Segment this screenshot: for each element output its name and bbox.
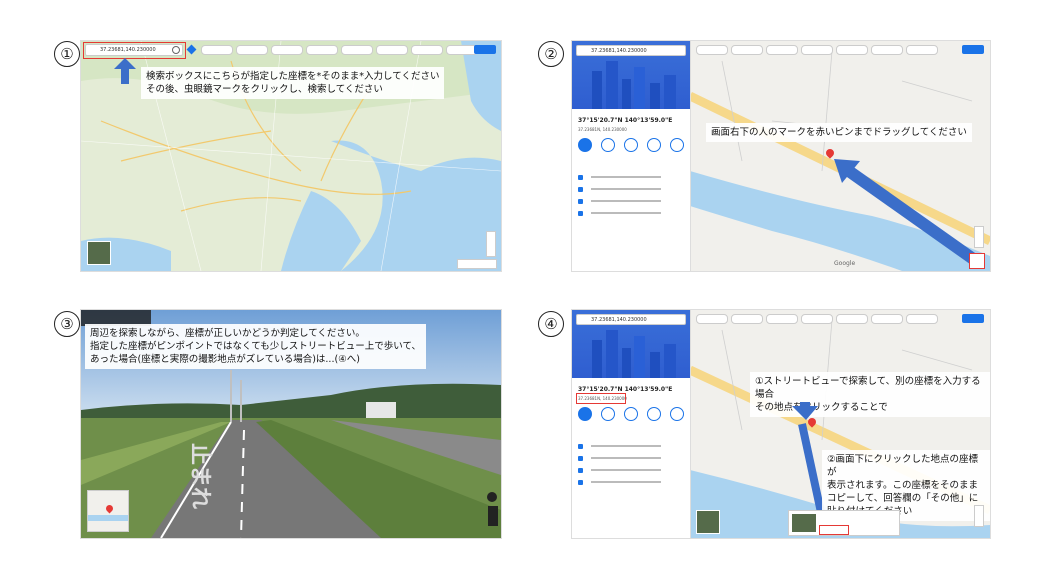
step2-caption: 画面右下の人のマークを赤いピンまでドラッグしてください	[706, 123, 972, 142]
map-brand: Google	[834, 260, 856, 267]
step-number-3: ③	[54, 311, 80, 337]
category-chip[interactable]	[836, 314, 868, 324]
caption-line: その後、虫眼鏡マークをクリックし、検索してください	[146, 84, 383, 95]
layers-thumbnail[interactable]	[696, 510, 720, 534]
share-icon[interactable]	[670, 407, 684, 421]
step4-caption-a: ①ストリートビューで探索して、別の座標を入力する場合 その地点をクリックすること…	[750, 372, 990, 417]
coordinate-highlight-box	[819, 525, 849, 535]
action-buttons	[578, 407, 684, 421]
category-chips	[696, 45, 938, 55]
category-chip[interactable]	[201, 45, 233, 55]
caption-line: 指定した座標がピンポイントではなくても少しストリートビュー上で歩いて、	[90, 341, 421, 352]
step-number-2: ②	[538, 41, 564, 67]
step4-map-panel[interactable]: 37.23681,140.230000 37°15'20.7"N 140°13'…	[571, 309, 991, 539]
layers-thumbnail[interactable]	[87, 241, 111, 265]
mini-map[interactable]	[87, 490, 129, 532]
category-chip[interactable]	[731, 45, 763, 55]
place-sidepanel: 37.23681,140.230000 37°15'20.7"N 140°13'…	[572, 41, 691, 271]
category-chip[interactable]	[871, 45, 903, 55]
save-icon[interactable]	[601, 407, 615, 421]
save-icon[interactable]	[601, 138, 615, 152]
step1-caption: 検索ボックスにこちらが指定した座標を*そのまま*入力してください その後、虫眼鏡…	[141, 67, 445, 99]
caption-line: ②画面下にクリックした地点の座標が	[827, 454, 979, 478]
step3-caption: 周辺を探索しながら、座標が正しいかどうか判定してください。 指定した座標がピンポ…	[85, 324, 426, 369]
login-button[interactable]	[962, 45, 984, 54]
pegman-icon[interactable]	[969, 253, 985, 269]
place-sidepanel: 37.23681,140.230000 37°15'20.7"N 140°13'…	[572, 310, 691, 538]
nearby-icon[interactable]	[624, 138, 638, 152]
phone-icon[interactable]	[647, 407, 661, 421]
directions-icon[interactable]	[578, 138, 592, 152]
bottom-place-card[interactable]	[788, 510, 900, 536]
login-button[interactable]	[474, 45, 496, 54]
category-chip[interactable]	[906, 314, 938, 324]
category-chip[interactable]	[801, 45, 833, 55]
info-row	[578, 467, 678, 473]
step3-streetview-panel[interactable]: 止まれ 周辺を探索しながら、座標が正しいかどうか判定してください。 指定した座標…	[80, 309, 502, 539]
search-input[interactable]: 37.23681,140.230000	[576, 45, 686, 56]
info-row	[578, 174, 678, 180]
drag-arrow-icon	[834, 159, 980, 266]
category-chip[interactable]	[731, 314, 763, 324]
category-chip[interactable]	[801, 314, 833, 324]
login-button[interactable]	[962, 314, 984, 323]
share-icon[interactable]	[670, 138, 684, 152]
info-row	[578, 198, 678, 204]
phone-icon[interactable]	[647, 138, 661, 152]
category-chip[interactable]	[236, 45, 268, 55]
place-title: 37°15'20.7"N 140°13'59.0"E	[578, 386, 673, 393]
info-row	[578, 479, 678, 485]
step-number-4: ④	[538, 311, 564, 337]
caption-line: 検索ボックスにこちらが指定した座標を*そのまま*入力してください	[146, 71, 440, 82]
category-chip[interactable]	[411, 45, 443, 55]
nearby-icon[interactable]	[624, 407, 638, 421]
up-arrow-icon	[114, 58, 136, 84]
category-chip[interactable]	[871, 314, 903, 324]
search-highlight-box	[83, 42, 186, 59]
step-number-1: ①	[54, 41, 80, 67]
category-chip[interactable]	[906, 45, 938, 55]
place-title: 37°15'20.7"N 140°13'59.0"E	[578, 117, 673, 124]
coordinate-highlight-box	[576, 393, 626, 404]
category-chip[interactable]	[836, 45, 868, 55]
caption-line: コピーして、回答欄の「その他」に	[827, 493, 979, 504]
compass-icon[interactable]	[487, 492, 497, 502]
category-chip[interactable]	[341, 45, 373, 55]
caption-line: あった場合(座標と実際の撮影地点がズレている場合)は...(④へ)	[90, 354, 360, 365]
info-row	[578, 210, 678, 216]
caption-line: ①ストリートビューで探索して、別の座標を入力する場合	[755, 376, 981, 400]
step1-map-panel[interactable]: 37.23681,140.230000 検索ボックスにこちらが指定した座標を*そ…	[80, 40, 502, 272]
category-chips	[696, 314, 938, 324]
category-chip[interactable]	[306, 45, 338, 55]
place-coordinates: 37.23681N, 140.230000	[578, 127, 627, 132]
caption-line: その地点をクリックすることで	[755, 402, 888, 413]
info-row	[578, 455, 678, 461]
info-row	[578, 443, 678, 449]
category-chip[interactable]	[766, 314, 798, 324]
category-chip[interactable]	[696, 45, 728, 55]
category-chips	[201, 45, 478, 55]
step2-map-panel[interactable]: 37.23681,140.230000 37°15'20.7"N 140°13'…	[571, 40, 991, 272]
zoom-control[interactable]	[974, 505, 984, 527]
map-footer	[457, 259, 497, 269]
zoom-control[interactable]	[974, 226, 984, 248]
caption-line: 周辺を探索しながら、座標が正しいかどうか判定してください。	[90, 328, 365, 339]
category-chip[interactable]	[376, 45, 408, 55]
red-pin-icon	[104, 503, 115, 514]
category-chip[interactable]	[271, 45, 303, 55]
zoom-control[interactable]	[486, 231, 496, 257]
zoom-control[interactable]	[488, 506, 498, 526]
category-chip[interactable]	[696, 314, 728, 324]
caption-line: 表示されます。この座標をそのまま	[827, 480, 979, 491]
category-chip[interactable]	[766, 45, 798, 55]
search-input[interactable]: 37.23681,140.230000	[576, 314, 686, 325]
directions-icon[interactable]	[578, 407, 592, 421]
info-row	[578, 186, 678, 192]
road-marking-text: 止まれ	[187, 442, 213, 510]
action-buttons	[578, 138, 684, 152]
streetview-thumbnail	[791, 513, 817, 533]
